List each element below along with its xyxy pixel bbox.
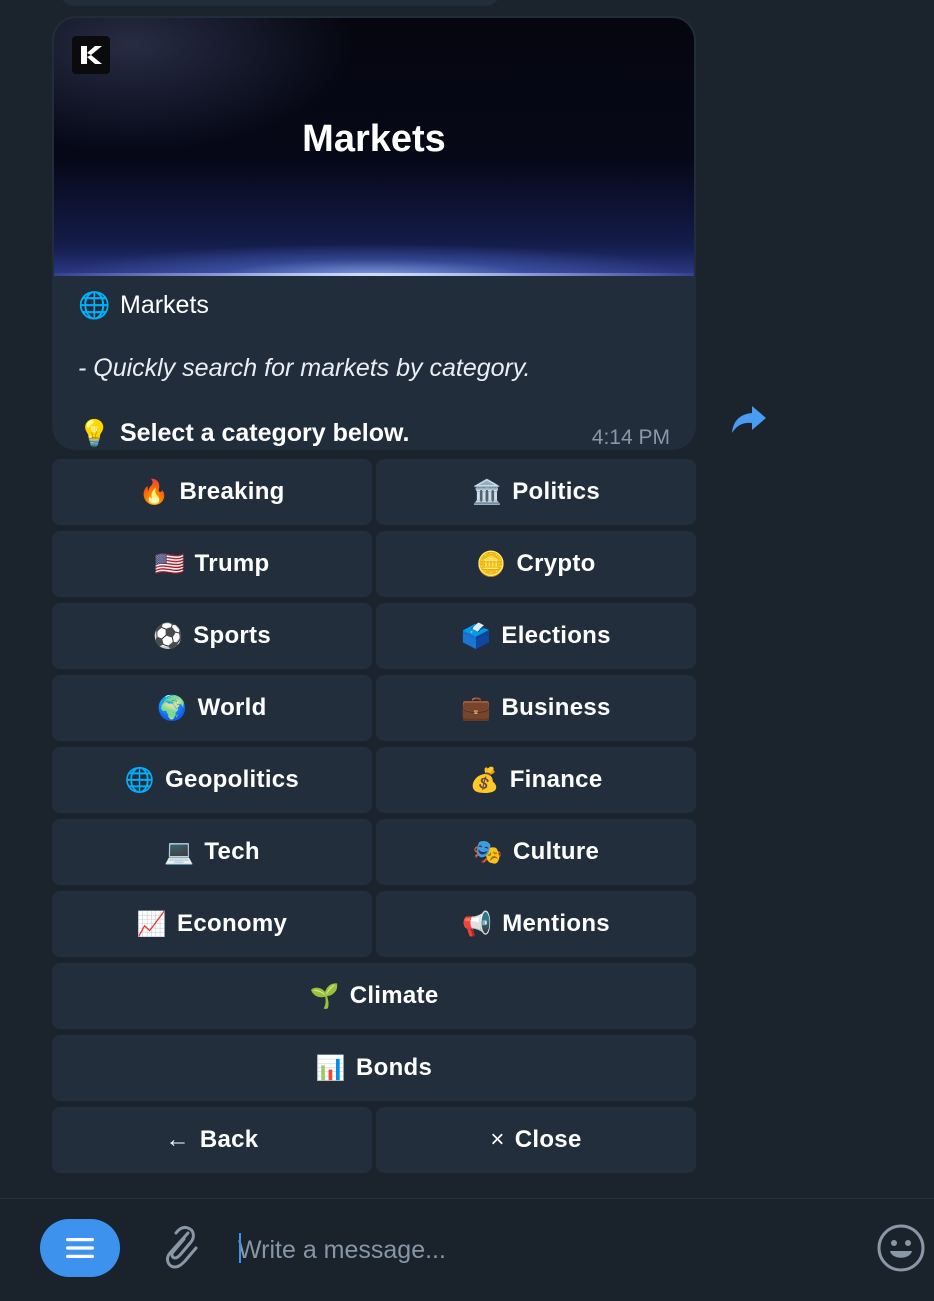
button-label: Geopolitics <box>165 766 300 793</box>
text-cursor <box>239 1233 241 1263</box>
message-heading: 🌐 Markets <box>78 290 209 321</box>
bot-message: Markets 🌐 Markets - Quickly search for m… <box>52 16 696 450</box>
button-label: Tech <box>204 838 260 865</box>
theater-masks-icon: 🎭 <box>472 838 504 866</box>
category-button-climate[interactable]: 🌱 Climate <box>52 963 696 1029</box>
smiley-icon[interactable] <box>876 1223 926 1273</box>
message-heading-text: Markets <box>120 291 209 319</box>
button-label: Crypto <box>516 550 596 577</box>
message-description: - Quickly search for markets by category… <box>78 354 530 383</box>
earth-globe-icon: 🌍 <box>157 694 188 722</box>
kalshi-logo-icon <box>72 36 110 74</box>
button-label: Finance <box>509 766 603 793</box>
ballot-box-icon: 🗳️ <box>461 622 492 650</box>
bar-chart-icon: 📊 <box>315 1054 346 1082</box>
message-instruction-text: Select a category below. <box>120 419 410 447</box>
button-label: Economy <box>177 910 288 937</box>
menu-icon <box>66 1238 94 1258</box>
laptop-icon: 💻 <box>164 838 195 866</box>
message-banner: Markets <box>54 18 694 276</box>
button-label: World <box>197 694 267 721</box>
paperclip-icon[interactable] <box>158 1223 202 1273</box>
button-label: Politics <box>512 478 600 505</box>
button-label: Business <box>501 694 611 721</box>
category-button-economy[interactable]: 📈 Economy <box>52 891 372 957</box>
briefcase-icon: 💼 <box>461 694 492 722</box>
category-button-politics[interactable]: 🏛️ Politics <box>376 459 696 525</box>
banner-title: Markets <box>302 118 446 160</box>
message-input[interactable] <box>236 1227 840 1273</box>
button-label: Close <box>514 1126 582 1153</box>
category-button-crypto[interactable]: 🪙 Crypto <box>376 531 696 597</box>
chart-increasing-icon: 📈 <box>136 910 168 938</box>
category-button-geopolitics[interactable]: 🌐 Geopolitics <box>52 747 372 813</box>
us-flag-icon: 🇺🇸 <box>154 550 185 578</box>
button-label: Breaking <box>179 478 285 505</box>
category-button-sports[interactable]: ⚽ Sports <box>52 603 372 669</box>
category-button-world[interactable]: 🌍 World <box>52 675 372 741</box>
button-label: Climate <box>349 982 439 1009</box>
button-label: Culture <box>513 838 600 865</box>
close-icon: × <box>490 1126 505 1153</box>
classical-building-icon: 🏛️ <box>472 478 503 506</box>
money-bag-icon: 💰 <box>469 766 500 794</box>
button-label: Back <box>199 1126 259 1153</box>
category-button-bonds[interactable]: 📊 Bonds <box>52 1035 696 1101</box>
button-label: Bonds <box>356 1054 433 1081</box>
soccer-ball-icon: ⚽ <box>153 622 184 650</box>
button-label: Sports <box>193 622 271 649</box>
category-button-elections[interactable]: 🗳️ Elections <box>376 603 696 669</box>
previous-message-edge <box>60 0 500 6</box>
message-description-text: - Quickly search for markets by category… <box>78 354 531 382</box>
share-arrow-icon[interactable] <box>730 402 768 436</box>
megaphone-icon: 📢 <box>462 910 493 938</box>
category-button-mentions[interactable]: 📢 Mentions <box>376 891 696 957</box>
category-button-business[interactable]: 💼 Business <box>376 675 696 741</box>
arrow-left-icon: ← <box>165 1126 190 1153</box>
button-label: Mentions <box>502 910 610 937</box>
close-button[interactable]: × Close <box>376 1107 696 1173</box>
coin-icon: 🪙 <box>476 550 507 578</box>
button-label: Elections <box>501 622 611 649</box>
lightbulb-icon: 💡 <box>78 418 111 448</box>
category-button-trump[interactable]: 🇺🇸 Trump <box>52 531 372 597</box>
category-button-tech[interactable]: 💻 Tech <box>52 819 372 885</box>
globe-icon: 🌐 <box>78 290 111 320</box>
message-instruction: 💡 Select a category below. <box>78 418 409 449</box>
message-timestamp: 4:14 PM <box>591 426 670 449</box>
bot-menu-button[interactable] <box>40 1219 120 1277</box>
category-button-breaking[interactable]: 🔥 Breaking <box>52 459 372 525</box>
back-button[interactable]: ← Back <box>52 1107 372 1173</box>
button-label: Trump <box>194 550 270 577</box>
globe-meridians-icon: 🌐 <box>124 766 156 794</box>
category-button-culture[interactable]: 🎭 Culture <box>376 819 696 885</box>
message-composer <box>0 1198 934 1301</box>
category-button-finance[interactable]: 💰 Finance <box>376 747 696 813</box>
seedling-icon: 🌱 <box>309 982 340 1010</box>
fire-icon: 🔥 <box>139 478 170 506</box>
